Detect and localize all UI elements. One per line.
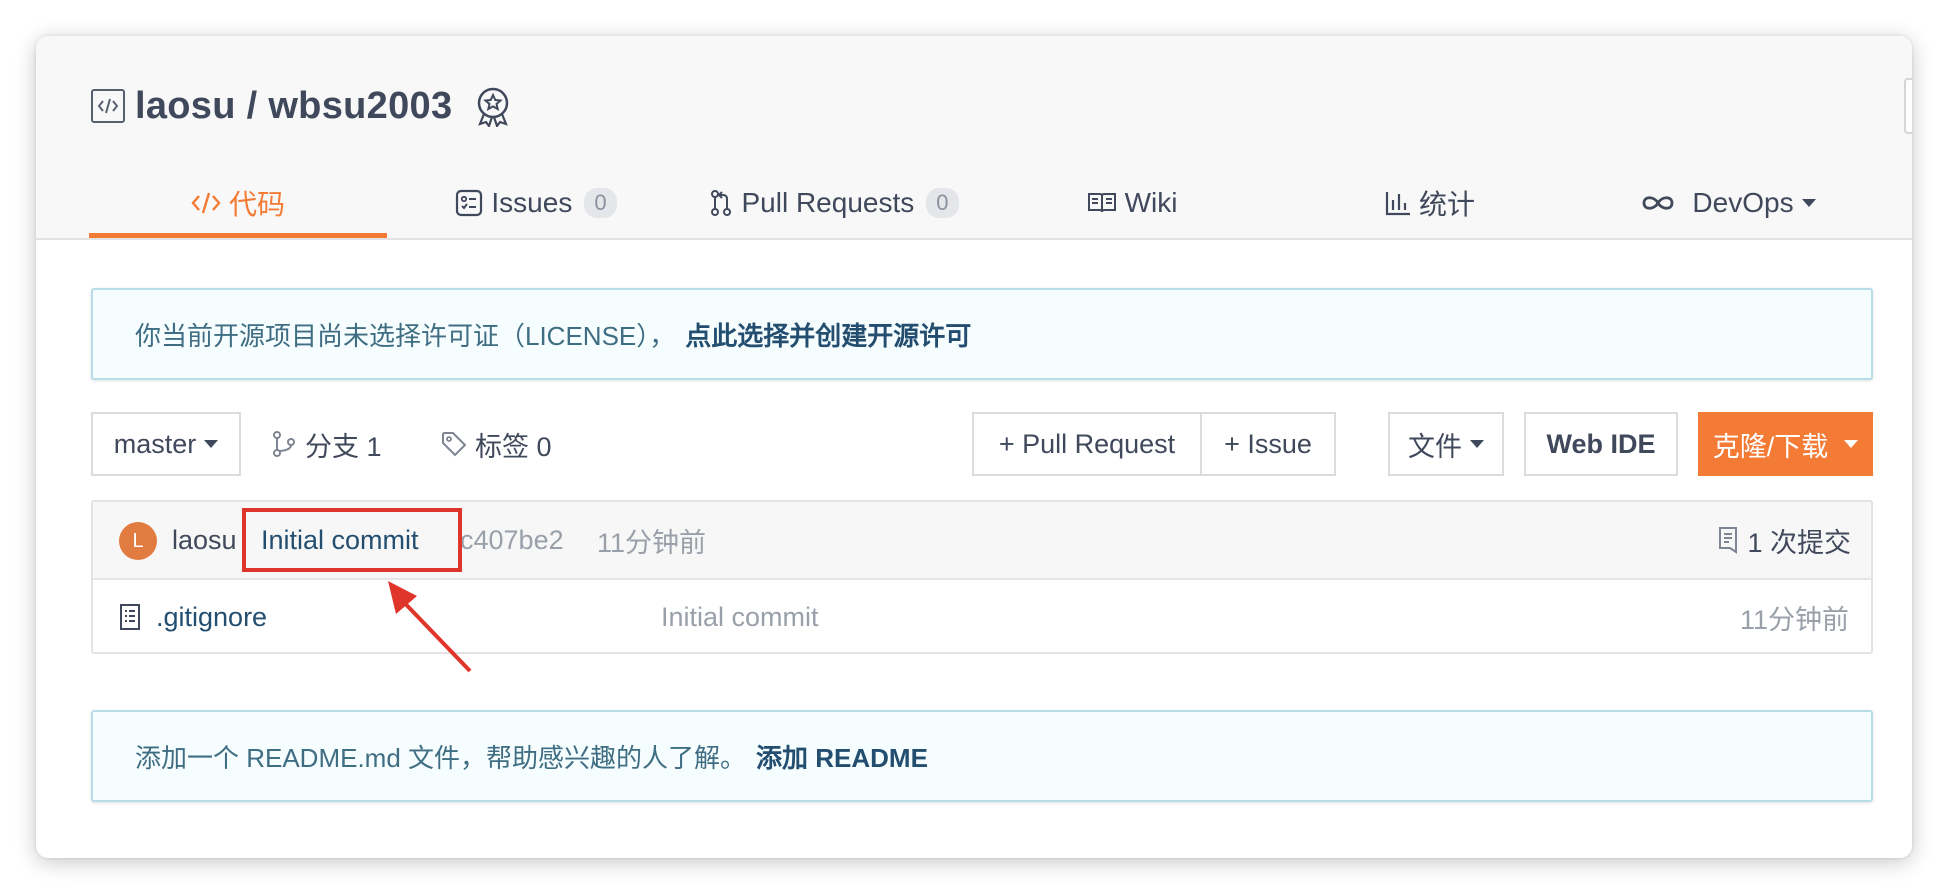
repo-page: laosu / wbsu2003 代码 Issues 0 Pull Reques… [36,36,1912,858]
add-readme-link[interactable]: 添加 README [756,738,928,775]
readme-notice: 添加一个 README.md 文件，帮助感兴趣的人了解。 添加 README [91,710,1873,802]
readme-notice-text: 添加一个 README.md 文件，帮助感兴趣的人了解。 [135,742,747,773]
